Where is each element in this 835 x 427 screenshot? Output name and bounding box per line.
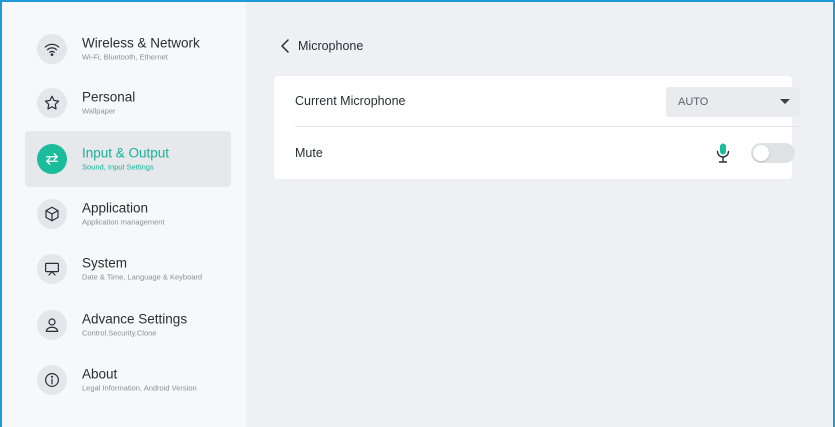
monitor-icon bbox=[37, 254, 67, 284]
sidebar-item-about[interactable]: About Legal Information, Android Version bbox=[25, 352, 231, 408]
sidebar-item-system[interactable]: System Date & Time, Language & Keyboard bbox=[25, 241, 231, 297]
current-microphone-label: Current Microphone bbox=[295, 94, 406, 108]
sidebar-item-personal[interactable]: Personal Wallpaper bbox=[25, 75, 231, 131]
sidebar-item-title: Input & Output bbox=[82, 145, 170, 161]
sidebar-item-subtitle: Legal Information, Android Version bbox=[82, 383, 197, 393]
sidebar-item-title: About bbox=[82, 366, 118, 382]
sidebar-item-application[interactable]: Application Application management bbox=[25, 186, 231, 242]
sidebar-item-title: Wireless & Network bbox=[82, 35, 200, 51]
sidebar-item-subtitle: Wi-Fi, Bluetooth, Ethernet bbox=[82, 52, 168, 62]
mute-label: Mute bbox=[295, 146, 323, 160]
chevron-left-icon bbox=[281, 39, 289, 53]
sidebar-item-title: System bbox=[82, 255, 128, 271]
sidebar-item-subtitle: Sound, Input Settings bbox=[82, 162, 154, 172]
info-icon bbox=[37, 365, 67, 395]
user-icon bbox=[37, 310, 67, 340]
sidebar-item-input-output[interactable]: Input & Output Sound, Input Settings bbox=[25, 131, 231, 187]
cube-icon bbox=[37, 199, 67, 229]
current-microphone-row: Current Microphone AUTO bbox=[274, 76, 800, 126]
toggle-knob bbox=[753, 145, 769, 161]
sidebar-item-title: Application bbox=[82, 200, 149, 216]
sidebar-item-title: Advance Settings bbox=[82, 311, 188, 327]
settings-card: Current Microphone AUTO Mute bbox=[274, 76, 801, 179]
sidebar-item-wireless-network[interactable]: Wireless & Network Wi-Fi, Bluetooth, Eth… bbox=[25, 21, 231, 77]
sidebar-item-subtitle: Control,Security,Clone bbox=[82, 328, 157, 338]
page-title: Microphone bbox=[298, 39, 364, 53]
main-content: Microphone Current Microphone AUTO Mute bbox=[246, 2, 833, 427]
mute-toggle[interactable] bbox=[751, 143, 795, 163]
chevron-down-icon bbox=[780, 99, 790, 104]
sidebar-item-subtitle: Application management bbox=[82, 217, 165, 227]
star-icon bbox=[37, 88, 67, 118]
microphone-select-value: AUTO bbox=[678, 96, 709, 108]
back-button[interactable]: Microphone bbox=[280, 39, 363, 53]
sidebar-item-title: Personal bbox=[82, 89, 136, 105]
swap-arrows-icon bbox=[37, 144, 67, 174]
sidebar-item-subtitle: Date & Time, Language & Keyboard bbox=[82, 272, 203, 282]
sidebar-item-advance-settings[interactable]: Advance Settings Control,Security,Clone bbox=[25, 297, 231, 353]
sidebar: Wireless & Network Wi-Fi, Bluetooth, Eth… bbox=[2, 2, 246, 427]
wifi-icon bbox=[37, 34, 67, 64]
microphone-icon bbox=[716, 143, 730, 163]
mute-row: Mute bbox=[274, 128, 795, 178]
sidebar-item-subtitle: Wallpaper bbox=[82, 106, 116, 116]
divider bbox=[295, 126, 801, 127]
microphone-select[interactable]: AUTO bbox=[666, 87, 800, 117]
